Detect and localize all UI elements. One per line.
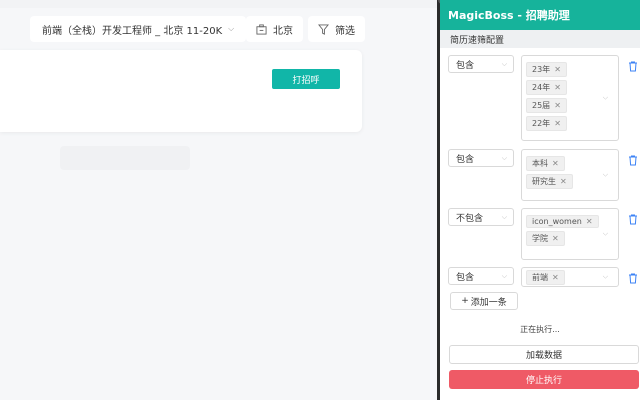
trash-icon[interactable]: [628, 151, 638, 166]
tag-chip: 22年 ✕: [526, 116, 567, 131]
trash-icon[interactable]: [628, 210, 638, 225]
status-text: 正在执行...: [520, 325, 560, 334]
chevron-down-icon: ⌵: [501, 153, 507, 162]
rule-tags-select[interactable]: icon_women ✕ 学院 ✕ ⌵: [521, 208, 619, 260]
rule-mode-select[interactable]: 包含 ⌵: [448, 267, 514, 285]
close-icon[interactable]: ✕: [560, 177, 567, 186]
close-icon[interactable]: ✕: [552, 273, 559, 282]
close-icon[interactable]: ✕: [554, 83, 561, 92]
close-icon[interactable]: ✕: [554, 119, 561, 128]
chevron-down-icon: ⌵: [602, 229, 608, 238]
plus-icon: +: [461, 296, 469, 306]
chevron-down-icon: ⌵: [501, 59, 507, 68]
close-icon[interactable]: ✕: [552, 234, 559, 243]
chevron-down-icon: ⌵: [501, 212, 507, 221]
add-rule-label: 添加一条: [470, 297, 507, 308]
tag-chip: 23年 ✕: [526, 62, 567, 77]
building-icon: [256, 23, 267, 35]
filter-label: 筛选: [335, 25, 355, 37]
filter-button[interactable]: 筛选: [308, 16, 365, 42]
rule-mode-select[interactable]: 包含 ⌵: [448, 149, 514, 167]
chevron-down-icon: ⌵: [602, 170, 608, 179]
placeholder-block: [60, 146, 190, 170]
tag-label: 学院: [532, 234, 548, 243]
panel-title: MagicBoss - 招聘助理: [440, 0, 640, 30]
city-label: 北京: [273, 25, 293, 37]
tag-label: 25届: [532, 101, 551, 110]
rule-mode-label: 包含: [456, 60, 475, 71]
trash-icon[interactable]: [628, 57, 638, 72]
rule-tags-select[interactable]: 本科 ✕ 研究生 ✕ ⌵: [521, 149, 619, 201]
greet-button[interactable]: 打招呼: [272, 69, 340, 89]
rule-mode-select[interactable]: 包含 ⌵: [448, 55, 514, 73]
close-icon[interactable]: ✕: [554, 101, 561, 110]
close-icon[interactable]: ✕: [552, 159, 559, 168]
load-data-button[interactable]: 加载数据: [449, 345, 639, 364]
chevron-down-icon: ⌵: [602, 272, 608, 281]
candidate-card: [0, 50, 362, 132]
tag-chip: 研究生 ✕: [526, 174, 573, 189]
tag-chip: 本科 ✕: [526, 156, 565, 171]
tag-chip: icon_women ✕: [526, 215, 599, 228]
tag-label: 本科: [532, 159, 548, 168]
city-selector[interactable]: 北京: [246, 16, 303, 42]
rule-mode-label: 包含: [456, 154, 475, 165]
tag-label: 22年: [532, 119, 551, 128]
panel-subtitle: 简历速筛配置: [440, 30, 640, 48]
rule-tags-select[interactable]: 前端 ✕ ⌵: [521, 267, 619, 287]
tag-chip: 25届 ✕: [526, 98, 567, 113]
job-selector[interactable]: 前端（全栈）开发工程师 _ 北京 11-20K ⌵: [30, 16, 247, 42]
stop-button[interactable]: 停止执行: [449, 370, 639, 389]
tag-label: 研究生: [532, 177, 556, 186]
tag-chip: 24年 ✕: [526, 80, 567, 95]
tag-label: 24年: [532, 83, 551, 92]
close-icon[interactable]: ✕: [554, 65, 561, 74]
chevron-down-icon: ⌵: [228, 24, 235, 33]
filter-icon: [318, 23, 329, 35]
rule-mode-label: 包含: [456, 272, 475, 283]
job-selector-label: 前端（全栈）开发工程师 _ 北京 11-20K: [42, 25, 223, 37]
tag-label: icon_women: [532, 217, 582, 226]
chevron-down-icon: ⌵: [501, 271, 507, 280]
add-rule-button[interactable]: + 添加一条: [450, 292, 518, 310]
browser-top-strip: [0, 0, 440, 8]
magicboss-panel: MagicBoss - 招聘助理 简历速筛配置 包含 ⌵ 23年 ✕ 24年 ✕ 2…: [440, 0, 640, 400]
tag-chip: 学院 ✕: [526, 231, 565, 246]
close-icon[interactable]: ✕: [586, 217, 593, 226]
tag-label: 23年: [532, 65, 551, 74]
chevron-down-icon: ⌵: [602, 93, 608, 102]
trash-icon[interactable]: [628, 269, 638, 284]
rule-mode-select[interactable]: 不包含 ⌵: [448, 208, 514, 226]
tag-chip: 前端 ✕: [526, 270, 565, 285]
rule-mode-label: 不包含: [456, 213, 484, 224]
tag-label: 前端: [532, 273, 548, 282]
rule-tags-select[interactable]: 23年 ✕ 24年 ✕ 25届 ✕ 22年 ✕ ⌵: [521, 55, 619, 141]
